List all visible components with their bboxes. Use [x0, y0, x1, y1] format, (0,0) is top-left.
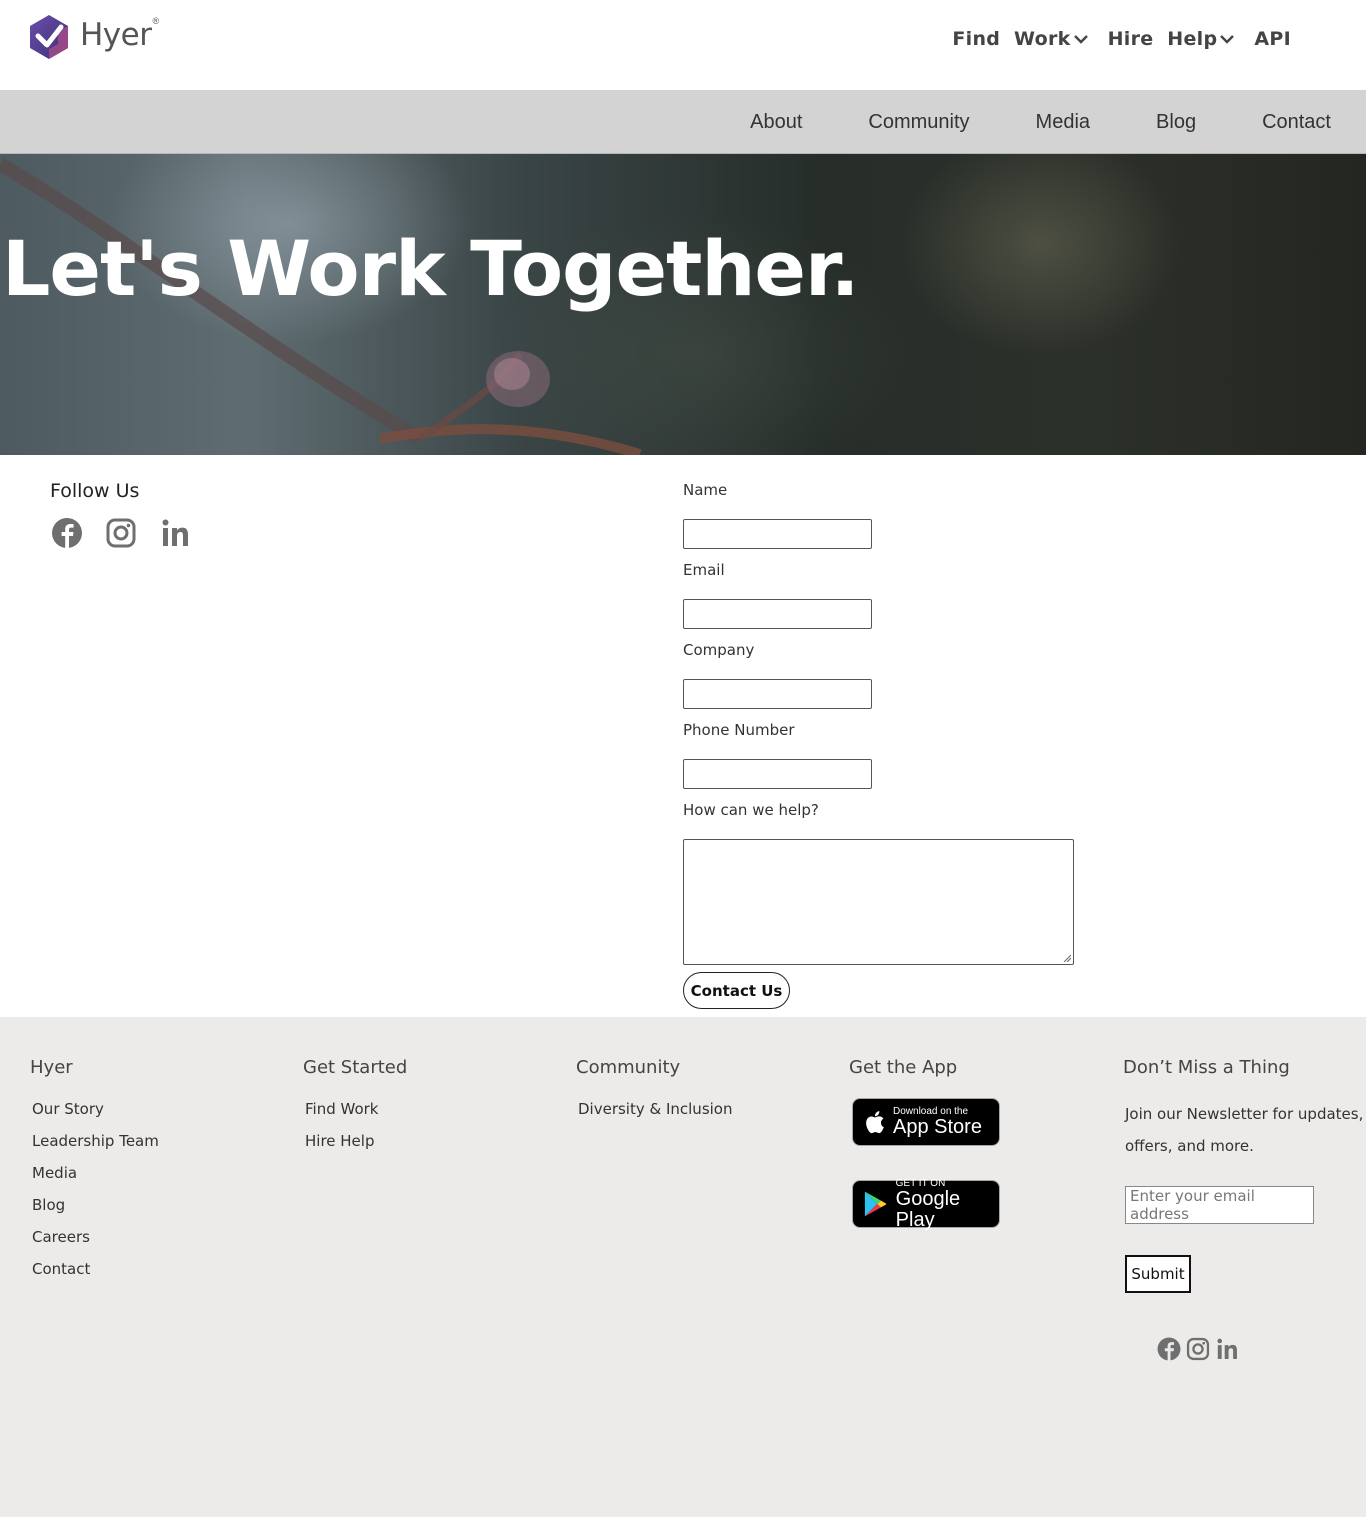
nav-api-label: API — [1254, 28, 1291, 50]
newsletter-text: Join our Newsletter for updates, offers,… — [1125, 1105, 1364, 1155]
hero-banner: Let's Work Together. — [0, 154, 1366, 455]
footer-col-app: Get the App Download on the App Store GE… — [849, 1057, 1000, 1231]
follow-us-section: Follow Us — [50, 480, 192, 550]
footer-link-leadership[interactable]: Leadership Team — [32, 1130, 159, 1162]
subnav-media[interactable]: Media — [1036, 111, 1090, 134]
contact-form: Name Email Company Phone Number How can … — [683, 481, 1083, 1009]
chevron-down-icon — [1220, 35, 1235, 44]
google-play-big-text: Google Play — [895, 1187, 961, 1231]
email-label: Email — [683, 561, 725, 579]
email-input[interactable] — [683, 599, 872, 629]
footer-hyer-title: Hyer — [30, 1057, 73, 1078]
registered-mark: ® — [152, 16, 160, 26]
nav-find-work-label: Find Work — [952, 28, 1071, 50]
nav-hire-help-label: Hire Help — [1107, 28, 1218, 50]
footer-social-icons — [1156, 1336, 1365, 1362]
linkedin-icon[interactable] — [158, 516, 192, 550]
footer-link-media[interactable]: Media — [32, 1162, 159, 1194]
brand-name: Hyer — [80, 17, 152, 53]
company-label: Company — [683, 641, 755, 659]
footer-link-hire-help[interactable]: Hire Help — [305, 1130, 407, 1162]
newsletter-submit-button[interactable]: Submit — [1125, 1255, 1191, 1293]
follow-us-title: Follow Us — [50, 480, 140, 502]
social-icons — [50, 516, 192, 550]
help-textarea[interactable] — [683, 839, 1074, 965]
brand-logo[interactable]: Hyer ® — [28, 14, 159, 60]
google-play-badge[interactable]: GET IT ON Google Play — [852, 1177, 1000, 1231]
site-footer: Hyer Our Story Leadership Team Media Blo… — [0, 1017, 1366, 1517]
footer-link-careers[interactable]: Careers — [32, 1226, 159, 1258]
facebook-icon[interactable] — [1156, 1336, 1182, 1362]
footer-col-community: Community Diversity & Inclusion — [576, 1057, 732, 1130]
google-play-icon — [864, 1191, 887, 1217]
facebook-icon[interactable] — [50, 516, 84, 550]
hyer-logo-icon — [30, 15, 68, 59]
google-play-small-text: GET IT ON — [895, 1177, 946, 1189]
apple-icon — [866, 1111, 884, 1134]
nav-api[interactable]: API — [1254, 28, 1291, 50]
subnav-community[interactable]: Community — [868, 111, 969, 134]
footer-get-started-title: Get Started — [303, 1057, 408, 1078]
top-nav: Find Work Hire Help API — [952, 28, 1291, 50]
linkedin-icon[interactable] — [1214, 1336, 1240, 1362]
subnav-contact[interactable]: Contact — [1262, 111, 1331, 134]
resize-handle-icon[interactable] — [1063, 954, 1071, 962]
secondary-nav: About Community Media Blog Contact — [0, 90, 1366, 154]
instagram-icon[interactable] — [1185, 1336, 1211, 1362]
help-label: How can we help? — [683, 801, 819, 819]
contact-us-button[interactable]: Contact Us — [683, 972, 790, 1009]
footer-app-title: Get the App — [849, 1057, 958, 1078]
footer-link-blog[interactable]: Blog — [32, 1194, 159, 1226]
nav-hire-help[interactable]: Hire Help — [1108, 28, 1235, 50]
chevron-down-icon — [1073, 35, 1088, 44]
footer-col-newsletter: Don’t Miss a Thing Join our Newsletter f… — [1123, 1057, 1365, 1362]
name-label: Name — [683, 481, 728, 499]
app-store-big-text: App Store — [893, 1116, 982, 1138]
hero-title: Let's Work Together. — [2, 224, 859, 313]
name-input[interactable] — [683, 519, 872, 549]
footer-col-get-started: Get Started Find Work Hire Help — [303, 1057, 407, 1162]
footer-link-find-work[interactable]: Find Work — [305, 1098, 407, 1130]
nav-find-work[interactable]: Find Work — [952, 28, 1088, 50]
newsletter-email-input[interactable]: Enter your email address — [1125, 1186, 1314, 1224]
phone-label: Phone Number — [683, 721, 795, 739]
footer-newsletter-title: Don’t Miss a Thing — [1123, 1057, 1290, 1078]
top-header: Hyer ® Find Work Hire Help API — [0, 0, 1366, 90]
app-store-badge[interactable]: Download on the App Store — [852, 1098, 1000, 1146]
footer-link-diversity[interactable]: Diversity & Inclusion — [578, 1098, 732, 1130]
footer-link-our-story[interactable]: Our Story — [32, 1098, 159, 1130]
subnav-blog[interactable]: Blog — [1156, 111, 1196, 134]
footer-col-hyer: Hyer Our Story Leadership Team Media Blo… — [30, 1057, 159, 1290]
company-input[interactable] — [683, 679, 872, 709]
instagram-icon[interactable] — [104, 516, 138, 550]
footer-community-title: Community — [576, 1057, 681, 1078]
footer-link-contact[interactable]: Contact — [32, 1258, 159, 1290]
phone-input[interactable] — [683, 759, 872, 789]
subnav-about[interactable]: About — [750, 111, 802, 134]
